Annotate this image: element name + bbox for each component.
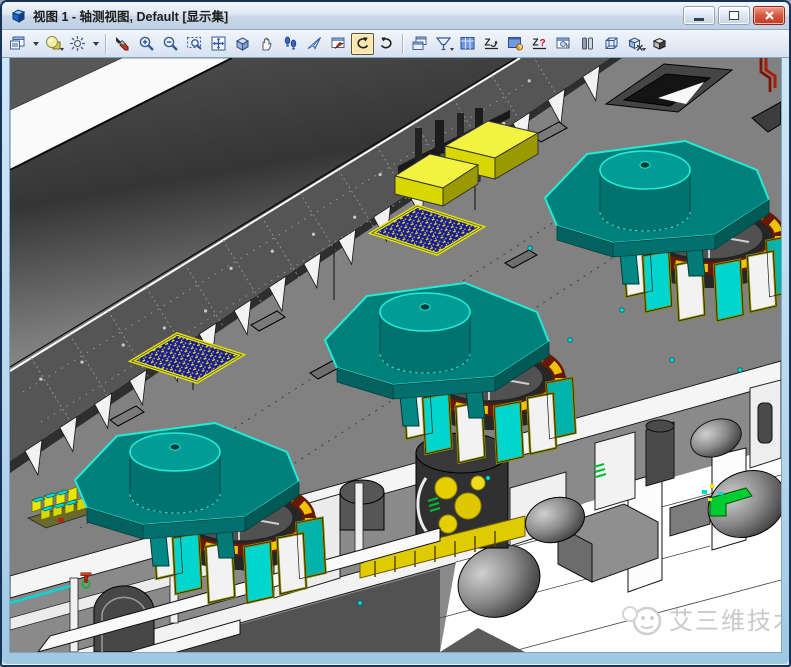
view-cube-button[interactable] [600,33,623,55]
watermark: 艾三维技术 艾三维技术 [623,607,781,637]
magnifier-plus-icon [138,35,155,52]
fit-arrows-icon [210,35,227,52]
svg-text:?: ? [540,38,546,49]
view-toolbar: Z ? Z ? k [2,30,789,58]
cube-icon [234,35,251,52]
toolbar-separator [105,34,107,54]
two-bars-icon [579,35,596,52]
title-bar[interactable]: 视图 1 - 轴测视图, Default [显示集] [2,2,789,30]
view-cube-icon [10,8,27,24]
sun-icon [69,35,86,52]
paper-plane-icon [306,35,323,52]
toolbar-separator [402,34,404,54]
minimize-icon [694,18,704,21]
footprints-icon [282,35,299,52]
z-question-icon: Z ? [531,35,548,52]
fit-view-button[interactable] [207,33,230,55]
camera-view-button[interactable]: k [552,33,575,55]
undo-arrow-icon [354,35,371,52]
svg-text:Z: Z [485,38,491,49]
3d-model-scene: 艾三维技术 艾三维技术 [10,58,781,652]
chevron-down-icon [33,42,39,49]
fly-button[interactable] [303,33,326,55]
viewport-frame: 艾三维技术 艾三维技术 [2,58,789,664]
restore-button[interactable] [718,6,750,25]
wireframe-cube-icon [603,35,620,52]
clip-mask-button[interactable] [456,33,479,55]
window-lens-icon: k [555,35,572,52]
copy-view-button[interactable] [408,33,431,55]
view-attributes-button[interactable] [6,33,29,55]
shaded-cube-icon [651,35,668,52]
paintbrush-icon [114,35,131,52]
close-icon [764,11,775,20]
clip-view-cube-button[interactable] [624,33,647,55]
zoom-in-button[interactable] [135,33,158,55]
z-arrow-icon: Z [483,35,500,52]
set-display-depth-button[interactable]: Z ? [528,33,551,55]
navigate-view-button[interactable] [327,33,350,55]
zoom-out-button[interactable] [159,33,182,55]
chevron-down-icon [60,48,64,53]
magnifier-minus-icon [162,35,179,52]
show-active-depth-button[interactable]: ? [504,33,527,55]
shaded-cube-button[interactable] [648,33,671,55]
update-view-button[interactable] [111,33,134,55]
chevron-down-icon [93,42,99,49]
window-controls [683,6,785,25]
window-area-button[interactable] [183,33,206,55]
watermark-text: 艾三维技术 [669,608,781,635]
redo-arrow-icon [378,35,395,52]
stereo-view-button[interactable] [576,33,599,55]
view-next-button[interactable] [375,33,398,55]
chevron-down-icon [642,48,646,53]
adjust-view-brightness-button[interactable] [66,33,89,55]
restore-icon [729,11,739,20]
pan-view-button[interactable] [255,33,278,55]
two-windows-icon [411,35,428,52]
viewport-canvas[interactable]: 艾三维技术 艾三维技术 [10,58,781,652]
marquee-magnifier-icon [186,35,203,52]
set-active-depth-button[interactable]: Z [480,33,503,55]
rotate-view-button[interactable] [231,33,254,55]
walk-button[interactable] [279,33,302,55]
window-attributes-icon [9,35,26,52]
window-arrow-icon [330,35,347,52]
close-button[interactable] [753,6,785,25]
chevron-down-icon [450,48,454,53]
svg-text:Z: Z [533,38,539,49]
view-attributes-dropdown[interactable] [30,33,41,55]
blue-window-mark-icon: ? [507,35,524,52]
view-previous-button[interactable] [351,33,374,55]
minimize-button[interactable] [683,6,715,25]
hand-icon [258,35,275,52]
blue-window-icon [459,35,476,52]
window-title: 视图 1 - 轴测视图, Default [显示集] [33,6,675,25]
svg-text:?: ? [518,44,522,51]
display-style-button[interactable] [42,33,65,55]
view-window: 视图 1 - 轴测视图, Default [显示集] [0,0,791,667]
adjust-view-brightness-dropdown[interactable] [90,33,101,55]
clip-volume-button[interactable] [432,33,455,55]
